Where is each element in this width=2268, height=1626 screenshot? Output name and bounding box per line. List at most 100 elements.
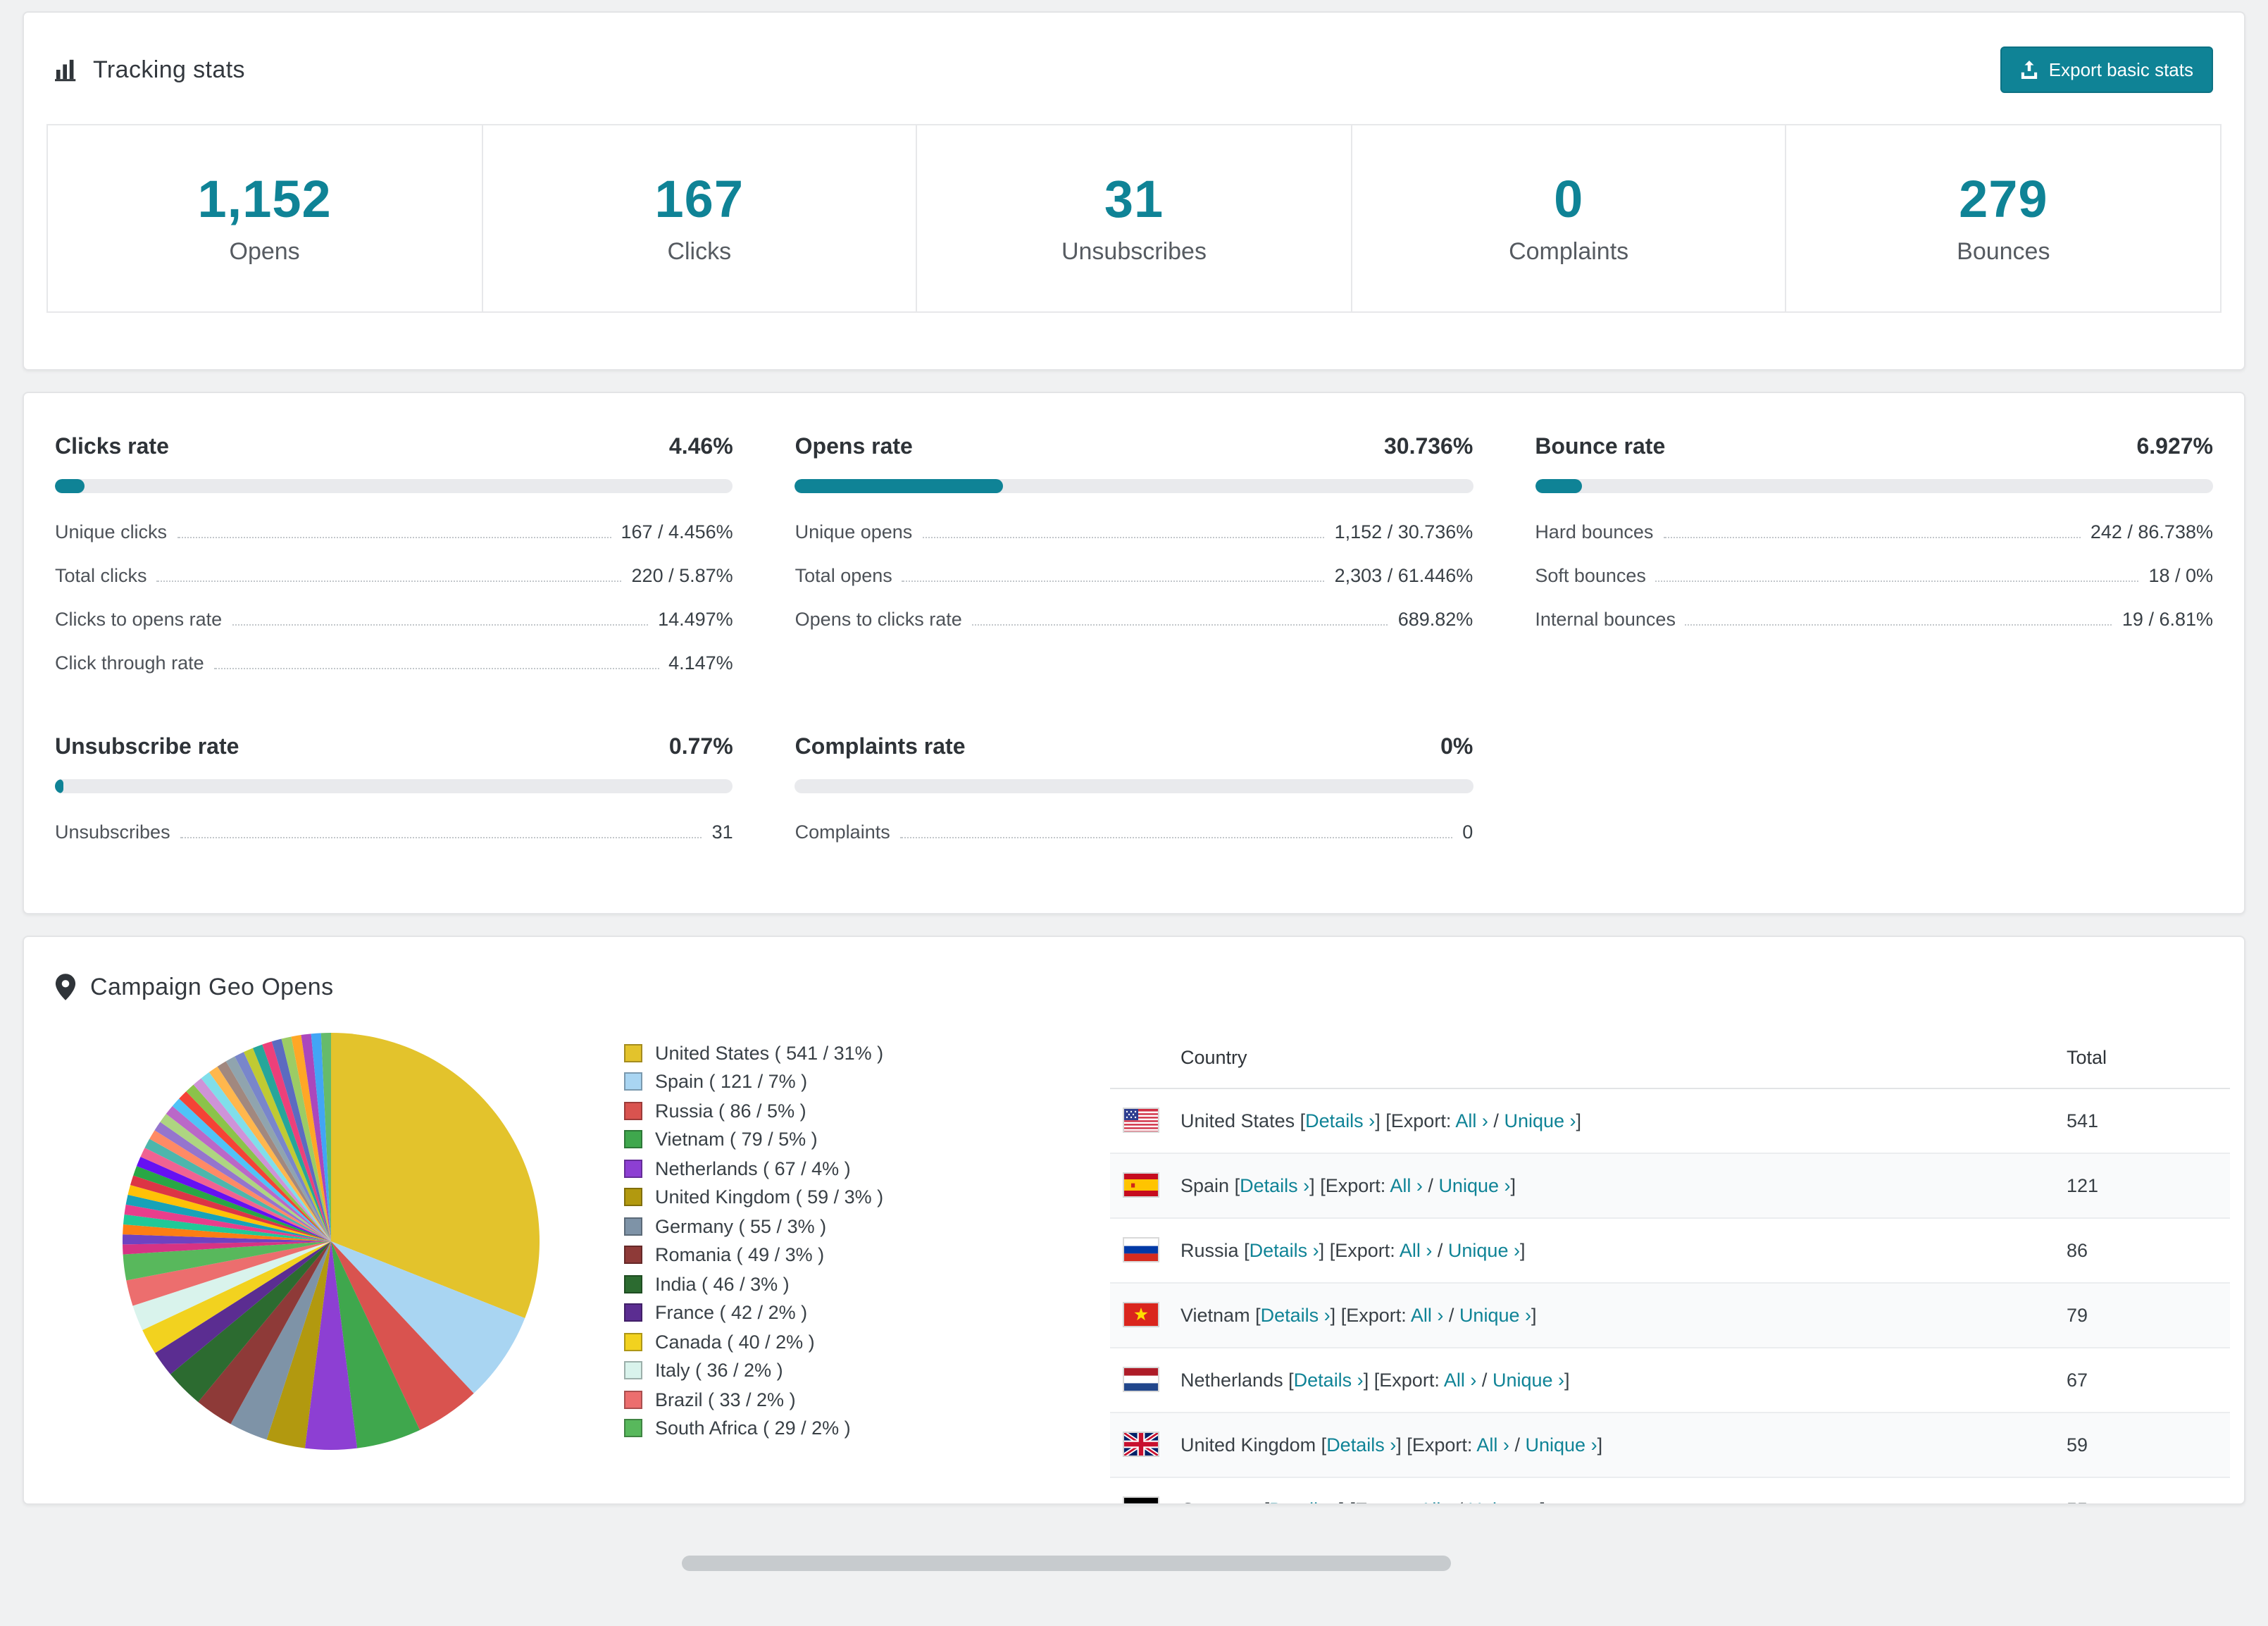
bracket: ] xyxy=(1576,1110,1582,1131)
rate-row: Unsubscribes 31 xyxy=(55,810,733,854)
export-label: Export: xyxy=(1325,1174,1386,1196)
legend-swatch xyxy=(624,1072,642,1091)
rate-row-label: Click through rate xyxy=(55,652,204,674)
geo-table-row: United States [Details ›] [Export: All ›… xyxy=(1110,1089,2230,1154)
flag-es-icon xyxy=(1124,1174,1158,1197)
horizontal-scrollbar-thumb[interactable] xyxy=(682,1556,1451,1571)
bracket: [ xyxy=(1264,1499,1270,1503)
dotted-leader xyxy=(1685,623,2112,626)
country-name: Spain xyxy=(1180,1174,1230,1196)
progress-track xyxy=(55,478,733,493)
export-all-link[interactable]: All › xyxy=(1390,1175,1423,1196)
geo-pie-chart xyxy=(123,1032,540,1450)
legend-item: United Kingdom ( 59 / 3% ) xyxy=(624,1183,962,1212)
rate-row-label: Unique opens xyxy=(795,521,913,542)
dotted-leader xyxy=(232,623,649,626)
legend-item: Germany ( 55 / 3% ) xyxy=(624,1212,962,1241)
geo-card-header: Campaign Geo Opens xyxy=(24,937,2244,1016)
export-label: Export: xyxy=(1346,1304,1407,1326)
export-unique-link[interactable]: Unique › xyxy=(1448,1240,1520,1261)
rate-row-label: Hard bounces xyxy=(1535,521,1654,542)
flag-ru-icon xyxy=(1124,1239,1158,1262)
export-unique-link[interactable]: Unique › xyxy=(1526,1434,1597,1456)
legend-label: Germany ( 55 / 3% ) xyxy=(655,1215,827,1237)
rate-value: 0.77% xyxy=(668,735,733,759)
details-link[interactable]: Details › xyxy=(1261,1305,1331,1326)
progress-fill xyxy=(55,478,85,493)
geo-opens-card: Campaign Geo Opens United States ( 541 /… xyxy=(23,935,2245,1505)
legend-swatch xyxy=(624,1246,642,1265)
geo-total: 67 xyxy=(2067,1369,2088,1391)
legend-item: Spain ( 121 / 7% ) xyxy=(624,1067,962,1096)
legend-label: South Africa ( 29 / 2% ) xyxy=(655,1417,851,1439)
legend-label: France ( 42 / 2% ) xyxy=(655,1302,808,1324)
legend-label: Brazil ( 33 / 2% ) xyxy=(655,1389,796,1410)
geo-total: 79 xyxy=(2067,1304,2088,1326)
legend-swatch xyxy=(624,1043,642,1062)
export-unique-link[interactable]: Unique › xyxy=(1459,1305,1531,1326)
flag-vn-icon xyxy=(1124,1303,1158,1327)
export-all-link[interactable]: All › xyxy=(1444,1370,1477,1391)
legend-swatch xyxy=(624,1159,642,1178)
tracking-title: Tracking stats xyxy=(93,56,245,82)
stat-box-unsubscribes: 31 Unsubscribes xyxy=(916,125,1350,311)
export-unique-link[interactable]: Unique › xyxy=(1438,1175,1510,1196)
export-unique-link[interactable]: Unique › xyxy=(1504,1110,1576,1131)
total-column-header: Total xyxy=(2067,1046,2107,1068)
rate-row-label: Soft bounces xyxy=(1535,564,1646,586)
export-unique-link[interactable]: Unique › xyxy=(1493,1370,1564,1391)
country-name: Germany xyxy=(1180,1499,1259,1503)
slash: / xyxy=(1457,1499,1463,1503)
details-link[interactable]: Details › xyxy=(1240,1175,1309,1196)
rate-block-unsubscribe-rate: Unsubscribe rate 0.77% Unsubscribes 31 xyxy=(55,736,733,854)
flag-gb-icon xyxy=(1124,1433,1158,1456)
bracket: [ xyxy=(1321,1434,1327,1456)
geo-total: 121 xyxy=(2067,1174,2099,1196)
slash: / xyxy=(1428,1174,1433,1196)
progress-track xyxy=(795,478,1473,493)
country-name: Vietnam xyxy=(1180,1304,1250,1326)
export-all-link[interactable]: All › xyxy=(1455,1110,1488,1131)
legend-swatch xyxy=(624,1419,642,1438)
rate-row-value: 2,303 / 61.446% xyxy=(1334,564,1473,586)
details-link[interactable]: Details › xyxy=(1250,1240,1319,1261)
geo-total: 55 xyxy=(2067,1499,2224,1503)
legend-item: Canada ( 40 / 2% ) xyxy=(624,1327,962,1356)
bracket: ] xyxy=(1519,1239,1526,1261)
rate-title: Unsubscribe rate xyxy=(55,735,239,759)
export-unique-link[interactable]: Unique › xyxy=(1468,1499,1540,1503)
legend-label: Spain ( 121 / 7% ) xyxy=(655,1071,808,1093)
page: Tracking stats Export basic stats 1,152 O… xyxy=(0,11,2268,1626)
bracket: ] xyxy=(1597,1434,1603,1456)
rate-row-label: Internal bounces xyxy=(1535,608,1676,630)
geo-table-row: Vietnam [Details ›] [Export: All › / Uni… xyxy=(1110,1283,2230,1348)
bracket: [ xyxy=(1234,1174,1240,1196)
progress-fill xyxy=(1535,478,1582,493)
legend-item: South Africa ( 29 / 2% ) xyxy=(624,1414,962,1443)
slash: / xyxy=(1493,1110,1499,1131)
export-all-link[interactable]: All › xyxy=(1411,1305,1444,1326)
export-all-link[interactable]: All › xyxy=(1476,1434,1509,1456)
flag-de-icon xyxy=(1124,1498,1158,1503)
slash: / xyxy=(1448,1304,1454,1326)
export-all-link[interactable]: All › xyxy=(1419,1499,1452,1503)
details-link[interactable]: Details › xyxy=(1326,1434,1396,1456)
rate-row-value: 18 / 0% xyxy=(2148,564,2213,586)
legend-item: Romania ( 49 / 3% ) xyxy=(624,1241,962,1270)
rate-row-label: Complaints xyxy=(795,821,890,843)
bracket: [ xyxy=(1300,1110,1306,1131)
details-link[interactable]: Details › xyxy=(1294,1370,1364,1391)
export-basic-stats-button[interactable]: Export basic stats xyxy=(2000,46,2213,93)
bracket: ] xyxy=(1375,1110,1381,1131)
export-all-link[interactable]: All › xyxy=(1400,1240,1433,1261)
rate-row: Soft bounces 18 / 0% xyxy=(1535,554,2213,597)
details-link[interactable]: Details › xyxy=(1305,1110,1375,1131)
rate-row: Opens to clicks rate 689.82% xyxy=(795,597,1473,641)
bracket: [ xyxy=(1320,1174,1326,1196)
stat-value: 167 xyxy=(654,170,744,228)
bar-chart-icon xyxy=(55,58,79,82)
stat-value: 31 xyxy=(1104,170,1164,228)
rate-title: Complaints rate xyxy=(795,735,966,759)
details-link[interactable]: Details › xyxy=(1269,1499,1339,1503)
slash: / xyxy=(1437,1239,1443,1261)
